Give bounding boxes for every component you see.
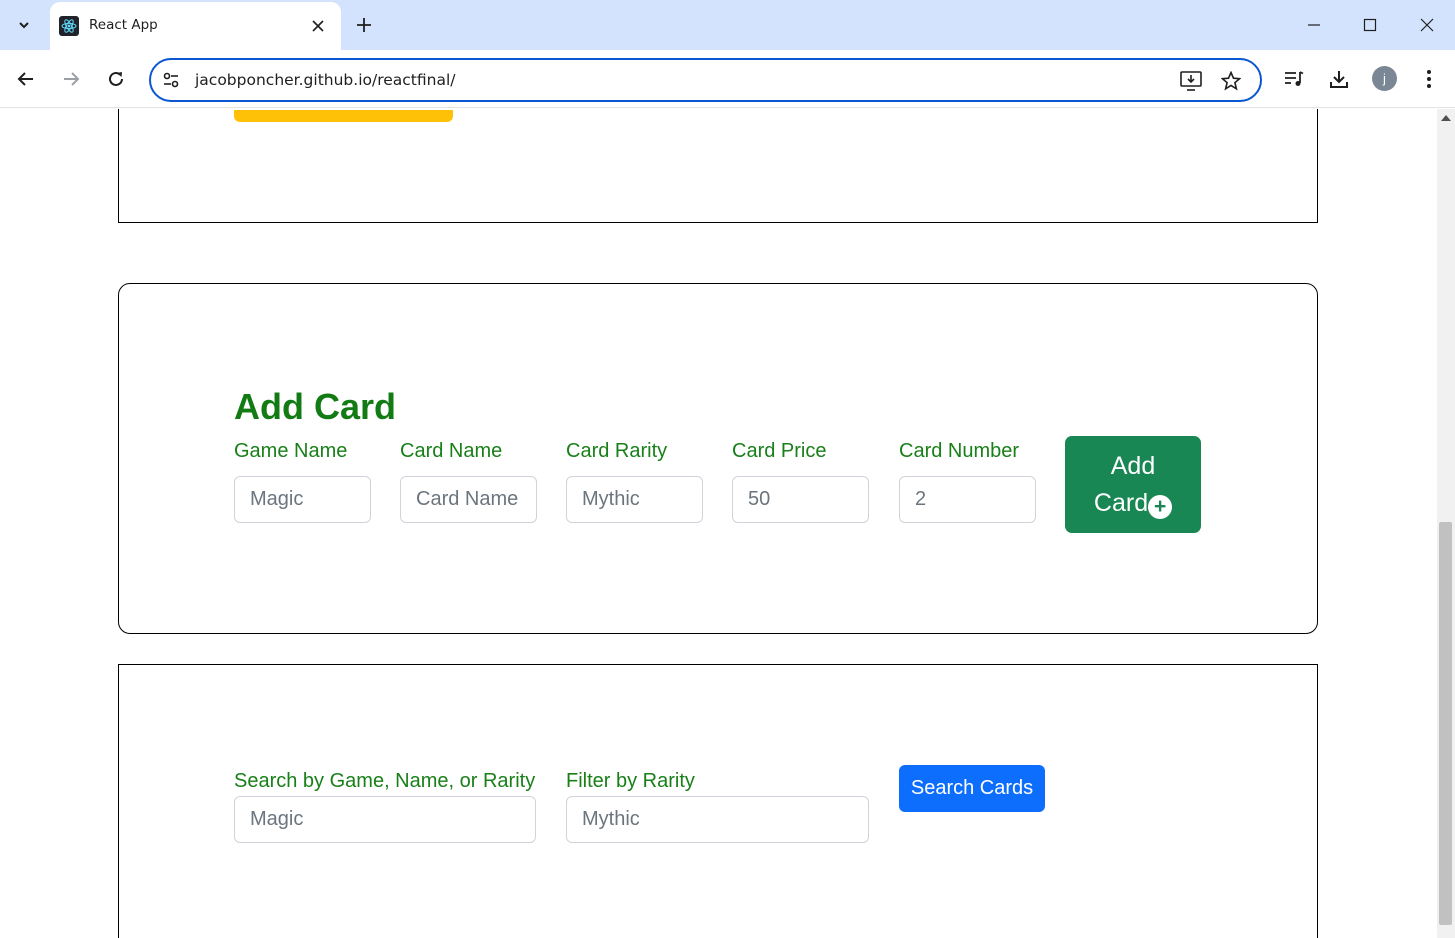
card-price-label: Card Price <box>732 440 827 462</box>
reload-icon <box>109 71 123 86</box>
tab-strip: React App <box>0 0 1455 50</box>
minimize-icon <box>1308 24 1320 26</box>
search-label: Search by Game, Name, or Rarity <box>234 770 536 792</box>
card-number-label: Card Number <box>899 440 1020 462</box>
url-text[interactable]: jacobponcher.github.io/reactfinal/ <box>195 71 455 89</box>
react-logo-icon <box>59 16 79 36</box>
chrome-menu-button[interactable] <box>1415 65 1443 93</box>
plus-circle-icon: + <box>1148 494 1173 519</box>
bookmark-button[interactable] <box>1219 69 1243 93</box>
previous-card-section <box>118 109 1318 223</box>
scrollbar-thumb[interactable] <box>1439 522 1452 925</box>
new-tab-button[interactable] <box>350 11 378 39</box>
maximize-button[interactable] <box>1350 7 1390 43</box>
reload-button[interactable] <box>100 63 132 95</box>
tab-close-button[interactable] <box>306 14 330 38</box>
add-card-button[interactable]: Add Card + <box>1065 436 1201 533</box>
browser-tab[interactable]: React App <box>50 2 341 50</box>
card-price-input[interactable]: 50 <box>732 476 869 523</box>
chevron-down-icon <box>19 22 29 29</box>
add-card-button-line2: Card <box>1093 489 1149 517</box>
tab-search-button[interactable] <box>8 9 40 41</box>
arrow-left-icon <box>17 72 33 86</box>
back-button[interactable] <box>10 63 42 95</box>
close-window-button[interactable] <box>1407 7 1447 43</box>
star-icon <box>1221 71 1241 91</box>
search-input[interactable]: Magic <box>234 796 536 843</box>
search-section: Search by Game, Name, or Rarity Magic Fi… <box>118 664 1318 938</box>
scroll-up-arrow-icon[interactable] <box>1441 115 1451 121</box>
downloads-button[interactable] <box>1325 65 1353 93</box>
card-name-label: Card Name <box>400 440 503 462</box>
add-card-button-line1: Add <box>1110 452 1156 480</box>
page-scrollbar[interactable] <box>1437 109 1455 938</box>
close-icon <box>312 20 324 32</box>
filter-rarity-label: Filter by Rarity <box>566 770 695 792</box>
add-card-title: Add Card <box>234 386 396 427</box>
filter-rarity-input[interactable]: Mythic <box>566 796 869 843</box>
more-vertical-icon <box>1427 70 1431 88</box>
search-cards-button[interactable]: Search Cards <box>899 765 1045 812</box>
minimize-button[interactable] <box>1294 7 1334 43</box>
download-icon <box>1330 71 1348 88</box>
address-bar[interactable]: jacobponcher.github.io/reactfinal/ <box>149 58 1262 102</box>
tab-title: React App <box>89 17 158 33</box>
site-settings-icon[interactable] <box>161 70 181 90</box>
close-icon <box>1420 18 1434 32</box>
card-rarity-label: Card Rarity <box>566 440 668 462</box>
arrow-right-icon <box>64 72 80 86</box>
media-controls-button[interactable] <box>1280 65 1308 93</box>
install-app-icon <box>1180 71 1202 91</box>
plus-icon <box>357 18 371 32</box>
card-rarity-input[interactable]: Mythic <box>566 476 703 523</box>
playlist-icon <box>1285 71 1304 86</box>
profile-avatar[interactable]: j <box>1372 66 1397 91</box>
page-viewport: Add Card Game Name Magic Card Name Card … <box>0 109 1437 938</box>
forward-button[interactable] <box>55 63 87 95</box>
install-app-button[interactable] <box>1179 69 1203 93</box>
maximize-icon <box>1363 18 1377 32</box>
card-number-input[interactable]: 2 <box>899 476 1036 523</box>
add-card-section: Add Card Game Name Magic Card Name Card … <box>118 283 1318 634</box>
browser-toolbar: jacobponcher.github.io/reactfinal/ <box>0 50 1455 108</box>
card-name-input[interactable]: Card Name <box>400 476 537 523</box>
warning-button[interactable] <box>234 110 453 122</box>
game-name-input[interactable]: Magic <box>234 476 371 523</box>
game-name-label: Game Name <box>234 440 348 462</box>
